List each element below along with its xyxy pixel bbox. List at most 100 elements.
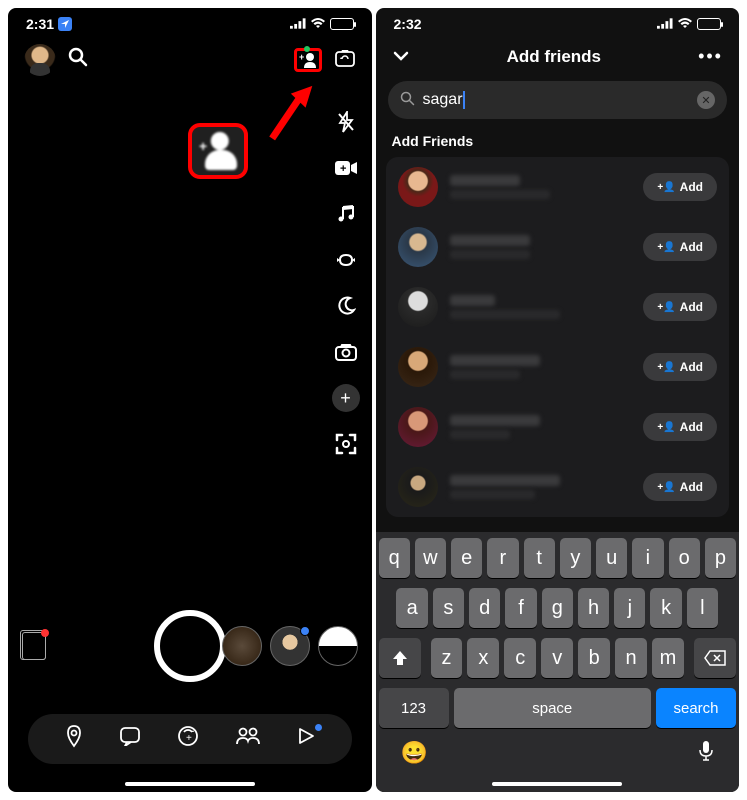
scan-icon[interactable] xyxy=(332,430,360,458)
key-u[interactable]: u xyxy=(596,538,627,578)
svg-text:+: + xyxy=(186,733,192,744)
clear-search-icon[interactable]: ✕ xyxy=(697,91,715,109)
lens-option[interactable] xyxy=(222,626,262,666)
add-tool-icon[interactable]: + xyxy=(332,384,360,412)
nav-map-icon[interactable] xyxy=(64,724,84,754)
camera-roll-icon[interactable] xyxy=(332,338,360,366)
friend-row[interactable]: +👤Add xyxy=(386,457,730,517)
music-icon[interactable] xyxy=(332,200,360,228)
friend-row[interactable]: +👤Add xyxy=(386,337,730,397)
nav-camera-icon[interactable]: + xyxy=(176,724,200,754)
key-b[interactable]: b xyxy=(578,638,610,678)
key-h[interactable]: h xyxy=(578,588,609,628)
add-button[interactable]: +👤Add xyxy=(643,413,717,441)
friend-avatar[interactable] xyxy=(398,227,438,267)
keyboard[interactable]: qwertyuiop asdfghjkl zxcvbnm 123 space s… xyxy=(376,532,740,792)
key-w[interactable]: w xyxy=(415,538,446,578)
key-r[interactable]: r xyxy=(487,538,518,578)
key-a[interactable]: a xyxy=(396,588,427,628)
friend-row[interactable]: +👤Add xyxy=(386,217,730,277)
key-c[interactable]: c xyxy=(504,638,536,678)
key-x[interactable]: x xyxy=(467,638,499,678)
key-o[interactable]: o xyxy=(669,538,700,578)
friend-row[interactable]: +👤Add xyxy=(386,397,730,457)
online-indicator xyxy=(304,46,310,52)
key-z[interactable]: z xyxy=(431,638,463,678)
svg-text:+: + xyxy=(340,163,346,175)
status-time: 2:31 xyxy=(26,16,54,32)
key-n[interactable]: n xyxy=(615,638,647,678)
wifi-icon xyxy=(310,16,326,32)
more-icon[interactable]: ••• xyxy=(698,46,723,67)
nav-friends-icon[interactable] xyxy=(235,727,261,751)
battery-icon xyxy=(697,18,721,30)
backspace-key[interactable] xyxy=(694,638,736,678)
bottom-nav: + xyxy=(28,714,352,764)
add-friends-screen: 2:32 Add friends ••• sagar ✕ Add Friends… xyxy=(376,8,740,792)
flip-camera-icon[interactable] xyxy=(334,48,356,73)
key-s[interactable]: s xyxy=(433,588,464,628)
numbers-key[interactable]: 123 xyxy=(379,688,449,728)
flash-icon[interactable] xyxy=(332,108,360,136)
key-k[interactable]: k xyxy=(650,588,681,628)
capture-controls xyxy=(8,610,372,682)
friend-avatar[interactable] xyxy=(398,407,438,447)
dictation-key[interactable] xyxy=(698,740,714,768)
add-button[interactable]: +👤Add xyxy=(643,233,717,261)
lens-option[interactable] xyxy=(318,626,358,666)
nav-play-icon[interactable] xyxy=(296,726,316,752)
add-friends-header: Add friends ••• xyxy=(376,36,740,81)
add-button[interactable]: +👤Add xyxy=(643,173,717,201)
friend-avatar[interactable] xyxy=(398,467,438,507)
friend-avatar[interactable] xyxy=(398,347,438,387)
location-icon xyxy=(58,17,72,31)
camera-header: + xyxy=(8,36,372,84)
lens-option[interactable] xyxy=(270,626,310,666)
key-j[interactable]: j xyxy=(614,588,645,628)
back-chevron-icon[interactable] xyxy=(392,46,410,67)
key-f[interactable]: f xyxy=(505,588,536,628)
key-p[interactable]: p xyxy=(705,538,736,578)
key-t[interactable]: t xyxy=(524,538,555,578)
friend-avatar[interactable] xyxy=(398,167,438,207)
home-indicator[interactable] xyxy=(492,782,622,786)
key-v[interactable]: v xyxy=(541,638,573,678)
friend-row[interactable]: +👤Add xyxy=(386,277,730,337)
video-icon[interactable]: + xyxy=(332,154,360,182)
key-e[interactable]: e xyxy=(451,538,482,578)
friend-avatar[interactable] xyxy=(398,287,438,327)
add-button[interactable]: +👤Add xyxy=(643,473,717,501)
key-q[interactable]: q xyxy=(379,538,410,578)
search-icon[interactable] xyxy=(68,47,88,73)
add-button[interactable]: +👤Add xyxy=(643,353,717,381)
key-m[interactable]: m xyxy=(652,638,684,678)
nav-chat-icon[interactable] xyxy=(119,726,141,752)
friend-row[interactable]: +👤Add xyxy=(386,157,730,217)
status-bar: 2:31 xyxy=(8,8,372,36)
battery-icon xyxy=(330,18,354,30)
night-mode-icon[interactable] xyxy=(332,292,360,320)
friend-list[interactable]: +👤Add +👤Add +👤Add +👤Add +👤Add +👤Add xyxy=(386,157,730,517)
add-button[interactable]: +👤Add xyxy=(643,293,717,321)
loop-icon[interactable] xyxy=(332,246,360,274)
profile-avatar[interactable] xyxy=(24,44,56,76)
search-bar[interactable]: sagar ✕ xyxy=(388,81,728,119)
shutter-button[interactable] xyxy=(154,610,226,682)
search-input[interactable]: sagar xyxy=(423,91,465,109)
key-d[interactable]: d xyxy=(469,588,500,628)
screen-title: Add friends xyxy=(507,47,601,67)
svg-text:+: + xyxy=(299,52,304,62)
key-y[interactable]: y xyxy=(560,538,591,578)
key-l[interactable]: l xyxy=(687,588,718,628)
memories-button[interactable] xyxy=(22,632,46,660)
status-bar: 2:32 xyxy=(376,8,740,36)
key-i[interactable]: i xyxy=(632,538,663,578)
space-key[interactable]: space xyxy=(454,688,652,728)
shift-key[interactable] xyxy=(379,638,421,678)
home-indicator[interactable] xyxy=(125,782,255,786)
search-key[interactable]: search xyxy=(656,688,736,728)
key-g[interactable]: g xyxy=(542,588,573,628)
search-icon xyxy=(400,91,415,110)
lens-carousel[interactable] xyxy=(222,626,358,666)
emoji-key[interactable]: 😀 xyxy=(401,740,428,768)
